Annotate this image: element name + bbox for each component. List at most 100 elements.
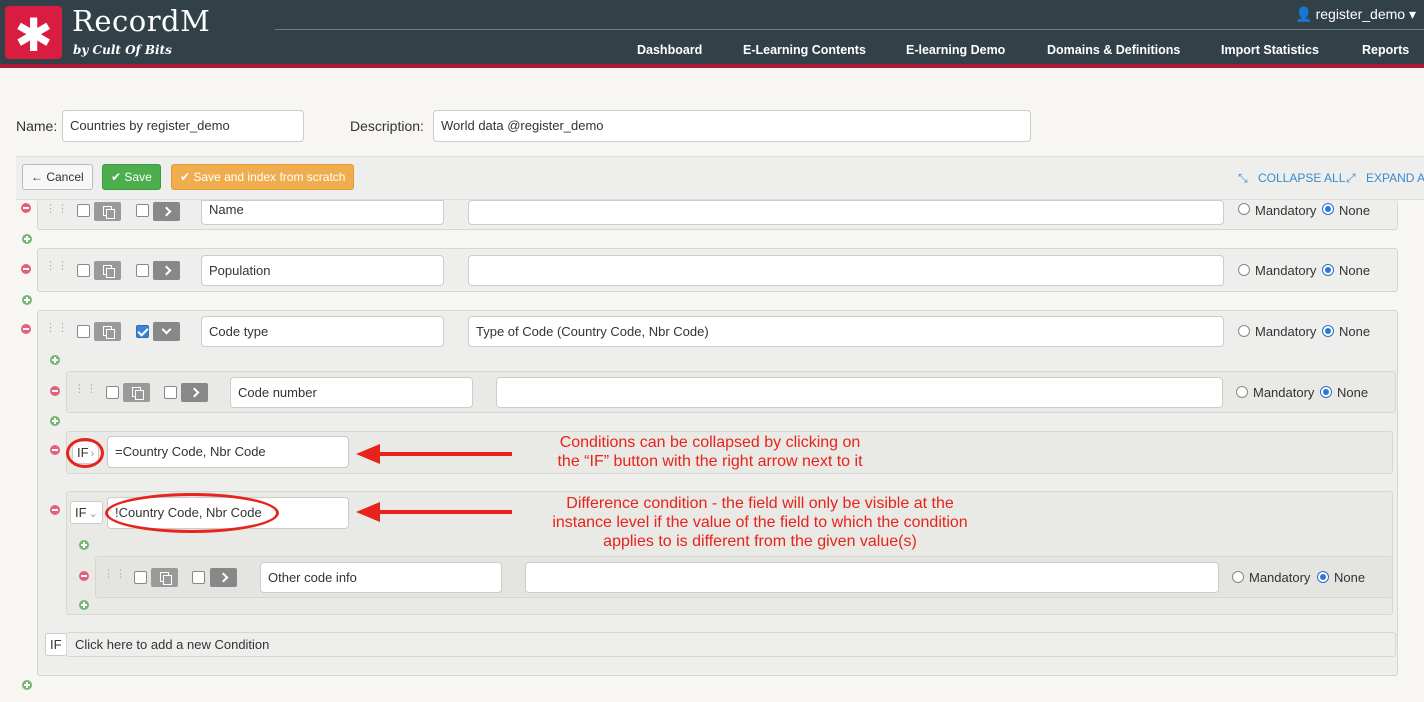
field-code-number-expand-checkbox[interactable] (164, 386, 177, 399)
condition-2-if-toggle[interactable]: IF ⌄ (70, 501, 103, 524)
field-name-checkbox[interactable] (77, 204, 90, 217)
main-nav: Dashboard E-Learning Contents E-learning… (0, 43, 1424, 61)
annotation-arrow-shaft-2 (378, 510, 512, 514)
field-code-type-input[interactable]: Code type (201, 316, 444, 347)
field-code-number-input[interactable]: Code number (230, 377, 473, 408)
nav-item-dashboard[interactable]: Dashboard (637, 43, 702, 57)
none-label: None (1339, 263, 1371, 278)
remove-field-code-type-icon[interactable] (21, 324, 31, 334)
add-subfield-icon[interactable] (50, 416, 60, 426)
field-code-number-description[interactable] (496, 377, 1223, 408)
description-label: Description: (350, 118, 424, 134)
app-title[interactable]: RecordM (72, 4, 210, 38)
add-subfield-icon[interactable] (50, 355, 60, 365)
mandatory-radio[interactable] (1238, 325, 1250, 337)
field-other-code-info-description[interactable] (525, 562, 1219, 593)
collapse-all-link[interactable]: COLLAPSE ALL (1258, 171, 1345, 185)
mandatory-radio[interactable] (1236, 386, 1248, 398)
field-population-input[interactable]: Population (201, 255, 444, 286)
annotation-note-1: Conditions can be collapsed by clicking … (557, 434, 863, 470)
mandatory-label: Mandatory (1255, 203, 1317, 218)
condition-1-value-input[interactable]: =Country Code, Nbr Code (107, 436, 349, 468)
field-population-checkbox[interactable] (77, 264, 90, 277)
name-input[interactable]: Countries by register_demo (62, 110, 304, 142)
add-condition-bar[interactable]: Click here to add a new Condition (66, 632, 1396, 657)
remove-field-code-number-icon[interactable] (50, 386, 60, 396)
none-radio[interactable] (1317, 571, 1329, 583)
mandatory-label: Mandatory (1253, 385, 1315, 400)
mandatory-radio[interactable] (1232, 571, 1244, 583)
chevron-down-icon[interactable] (153, 322, 180, 341)
field-name-expand-checkbox[interactable] (136, 204, 149, 217)
drag-handle-icon[interactable]: ⋮⋮ (45, 260, 68, 277)
nav-item-elearning-demo[interactable]: E-learning Demo (906, 43, 1005, 57)
chevron-right-icon[interactable] (153, 202, 180, 221)
nav-item-elearning-contents[interactable]: E-Learning Contents (743, 43, 866, 57)
user-name: register_demo (1315, 6, 1406, 22)
none-radio[interactable] (1322, 325, 1334, 337)
add-field-icon[interactable] (22, 295, 32, 305)
field-population-description[interactable] (468, 255, 1224, 286)
field-population-expand-checkbox[interactable] (136, 264, 149, 277)
copy-icon[interactable] (151, 568, 178, 587)
field-code-number-checkbox[interactable] (106, 386, 119, 399)
remove-field-name-icon[interactable] (21, 203, 31, 213)
drag-handle-icon[interactable]: ⋮⋮ (103, 568, 126, 585)
nav-divider (275, 29, 1424, 30)
copy-icon[interactable] (94, 322, 121, 341)
field-other-code-info-expand-checkbox[interactable] (192, 571, 205, 584)
remove-field-population-icon[interactable] (21, 264, 31, 274)
field-code-type-description[interactable]: Type of Code (Country Code, Nbr Code) (468, 316, 1224, 347)
mandatory-label: Mandatory (1249, 570, 1311, 585)
user-menu[interactable]: 👤 register_demo ▾ (1295, 6, 1416, 23)
remove-field-other-code-info-icon[interactable] (79, 571, 89, 581)
field-code-type-expand-checkbox[interactable] (136, 325, 149, 338)
nav-item-reports[interactable]: Reports (1362, 43, 1409, 57)
field-name-description[interactable] (468, 200, 1224, 225)
none-radio[interactable] (1320, 386, 1332, 398)
add-field-icon[interactable] (22, 234, 32, 244)
nav-item-domains-definitions[interactable]: Domains & Definitions (1047, 43, 1180, 57)
annotation-circle-condition (105, 493, 279, 533)
drag-handle-icon[interactable]: ⋮⋮ (74, 383, 97, 400)
add-field-icon[interactable] (22, 680, 32, 690)
save-and-index-button[interactable]: ✔ Save and index from scratch (171, 164, 355, 190)
chevron-right-icon[interactable] (181, 383, 208, 402)
nav-item-import-statistics[interactable]: Import Statistics (1221, 43, 1319, 57)
remove-condition-1-icon[interactable] (50, 445, 60, 455)
copy-icon[interactable] (94, 202, 121, 221)
none-radio[interactable] (1322, 203, 1334, 215)
drag-handle-icon[interactable]: ⋮⋮ (45, 203, 68, 220)
annotation-arrow-head-2 (356, 502, 380, 522)
annotation-arrow-head-1 (356, 444, 380, 464)
mandatory-radio[interactable] (1238, 203, 1250, 215)
add-condition-if-button[interactable]: IF (45, 633, 67, 656)
copy-icon[interactable] (94, 261, 121, 280)
field-name-input[interactable]: Name (201, 200, 444, 225)
chevron-right-icon[interactable] (153, 261, 180, 280)
save-button[interactable]: ✔ Save (102, 164, 161, 190)
field-other-code-info-input[interactable]: Other code info (260, 562, 502, 593)
mandatory-label: Mandatory (1255, 263, 1317, 278)
annotation-note-2: Difference condition - the field will on… (552, 495, 968, 550)
annotation-arrow-shaft-1 (378, 452, 512, 456)
drag-handle-icon[interactable]: ⋮⋮ (45, 322, 68, 339)
copy-icon[interactable] (123, 383, 150, 402)
add-subfield-icon[interactable] (79, 600, 89, 610)
mandatory-label: Mandatory (1255, 324, 1317, 339)
none-label: None (1337, 385, 1369, 400)
remove-condition-2-icon[interactable] (50, 505, 60, 515)
chevron-down-icon: ⌄ (88, 508, 98, 520)
field-code-type-checkbox[interactable] (77, 325, 90, 338)
mandatory-radio[interactable] (1238, 264, 1250, 276)
field-row-name: ⋮⋮ Name Mandatory None (37, 200, 1398, 230)
field-other-code-info-checkbox[interactable] (134, 571, 147, 584)
cancel-button[interactable]: ← Cancel (22, 164, 93, 190)
description-input[interactable]: World data @register_demo (433, 110, 1031, 142)
none-radio[interactable] (1322, 264, 1334, 276)
expand-all-link[interactable]: EXPAND ALL (1366, 171, 1424, 185)
chevron-right-icon[interactable] (210, 568, 237, 587)
none-label: None (1339, 203, 1371, 218)
add-subfield-icon[interactable] (79, 540, 89, 550)
chevron-down-icon: ▾ (1408, 6, 1416, 22)
